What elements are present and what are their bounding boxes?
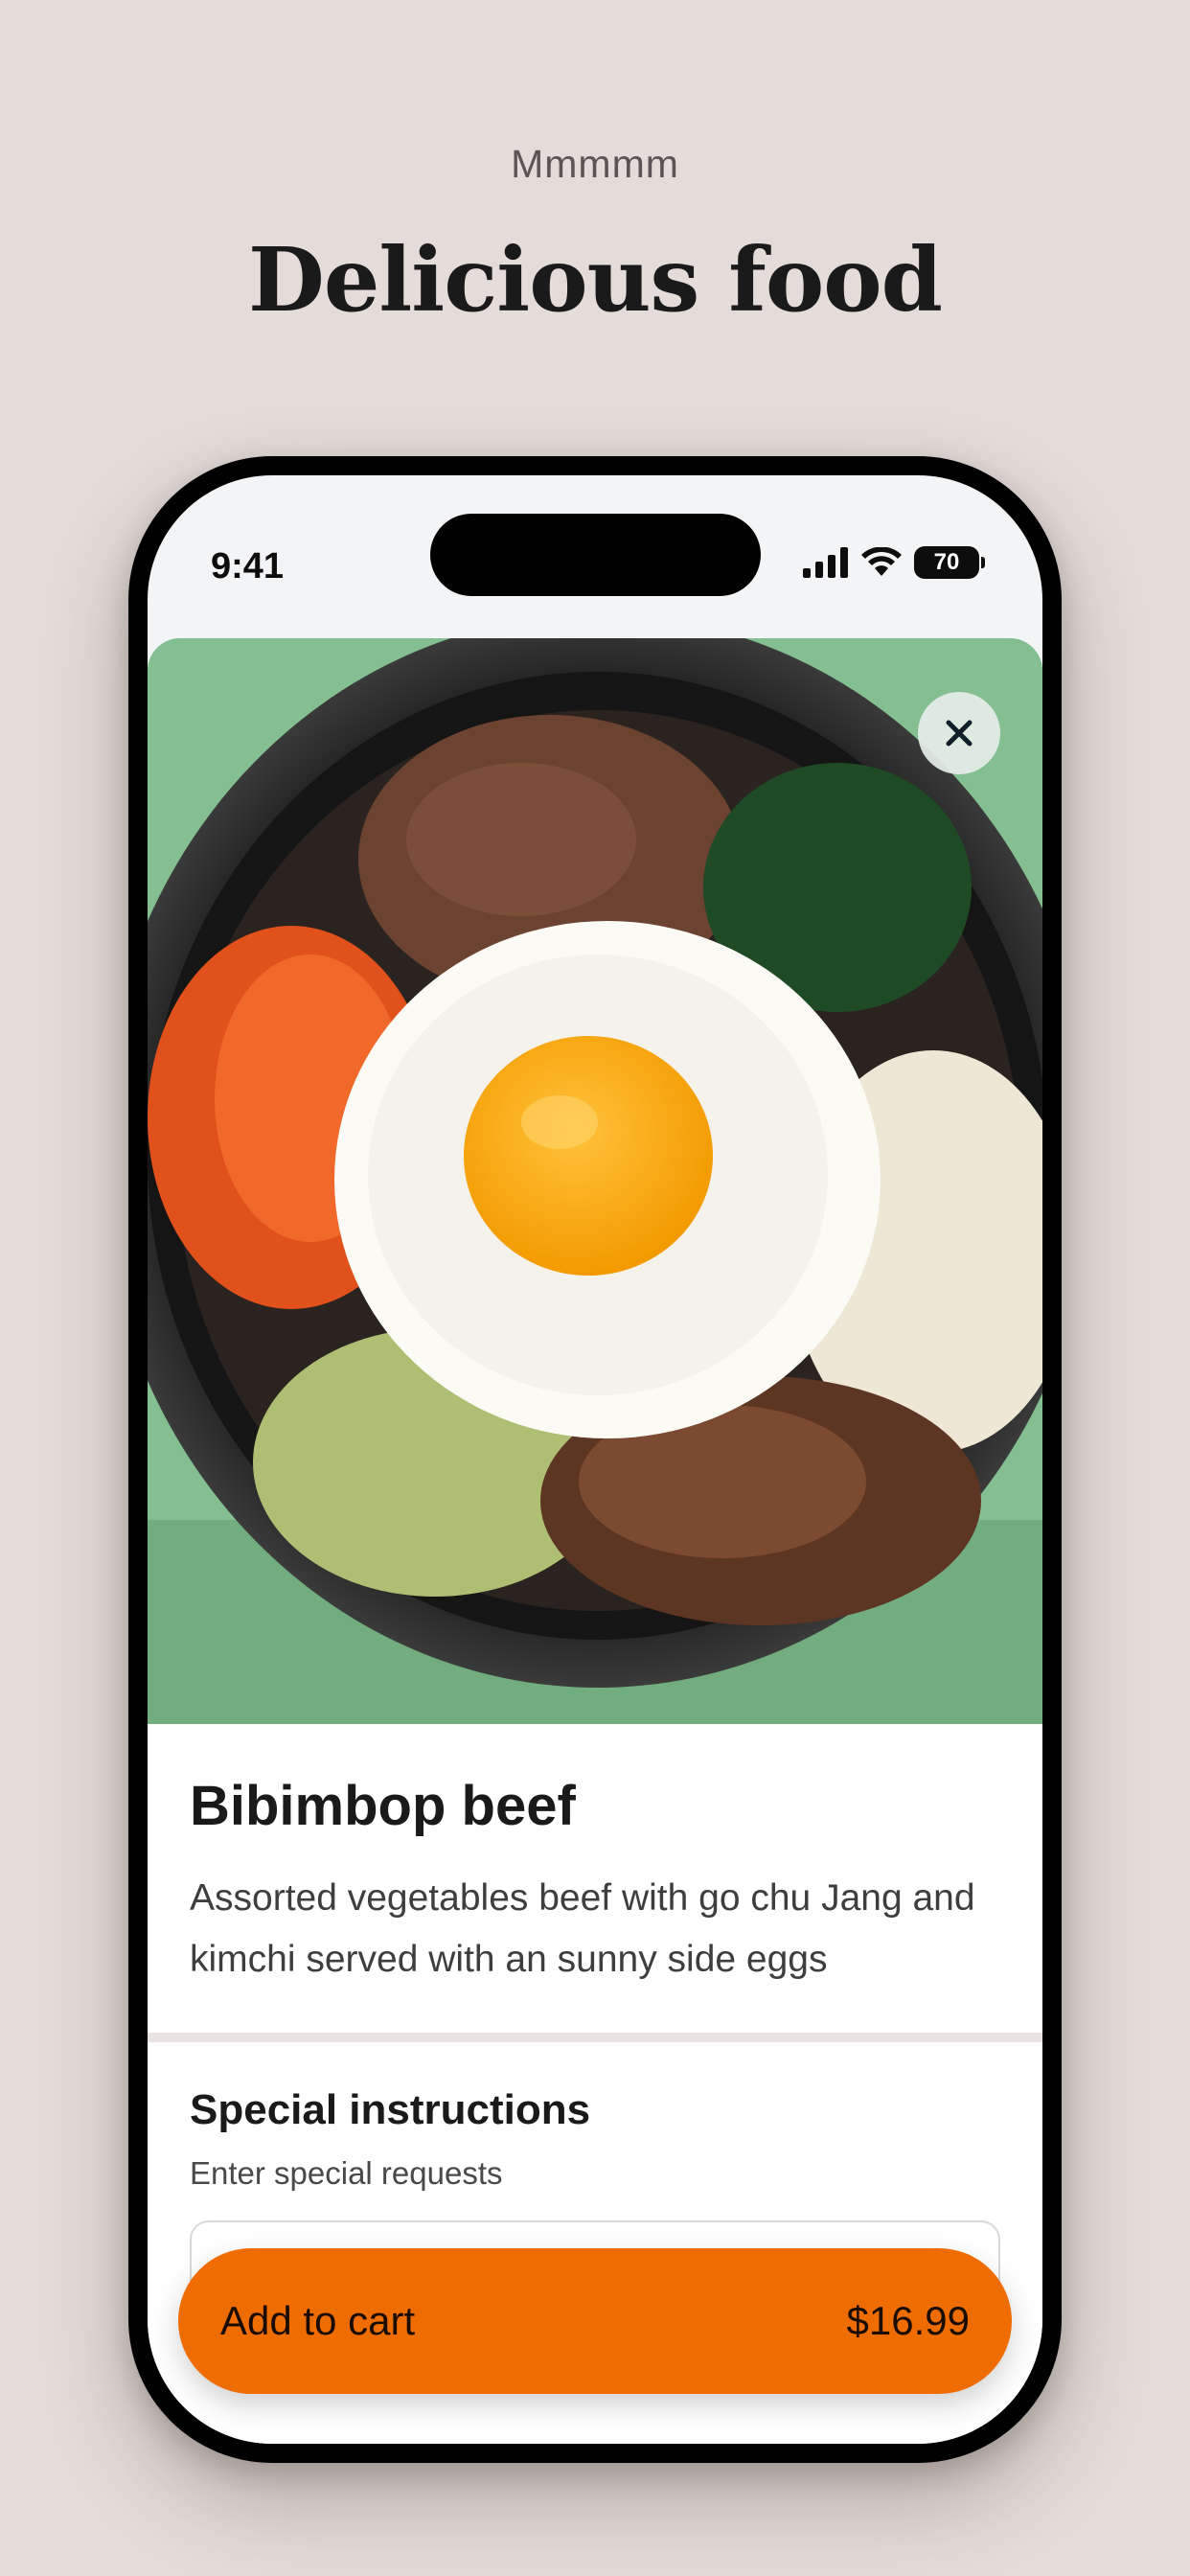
item-description: Assorted vegetables beef with go chu Jan… (190, 1877, 975, 1980)
section-divider (148, 2033, 1042, 2042)
phone-screen: 9:41 70 Bibimbop beef Assorted vegetable… (148, 475, 1042, 2444)
status-time: 9:41 (211, 546, 285, 586)
status-icons: 70 (803, 546, 985, 579)
add-to-cart-button[interactable]: Add to cart $16.99 (178, 2248, 1012, 2394)
close-button[interactable] (918, 692, 1000, 774)
item-price: $16.99 (846, 2298, 970, 2343)
phone-frame: 9:41 70 Bibimbop beef Assorted vegetable… (128, 456, 1062, 2463)
item-title: Bibimbop beef (190, 1775, 576, 1837)
status-bar: 9:41 70 (148, 475, 1042, 621)
eyebrow-text: Mmmmm (511, 142, 679, 186)
wifi-icon (861, 547, 902, 576)
add-to-cart-label: Add to cart (220, 2298, 416, 2343)
dynamic-island (430, 514, 761, 596)
battery-icon: 70 (914, 546, 985, 579)
bibimbap-illustration (148, 638, 1042, 1724)
signal-icon (803, 547, 848, 578)
food-image (148, 638, 1042, 1724)
close-icon (946, 720, 973, 747)
special-instructions-title: Special instructions (190, 2086, 591, 2133)
item-detail-card: Bibimbop beef Assorted vegetables beef w… (148, 638, 1042, 2444)
special-instructions-subtitle: Enter special requests (190, 2155, 503, 2191)
page-headline: Delicious food (248, 228, 943, 332)
